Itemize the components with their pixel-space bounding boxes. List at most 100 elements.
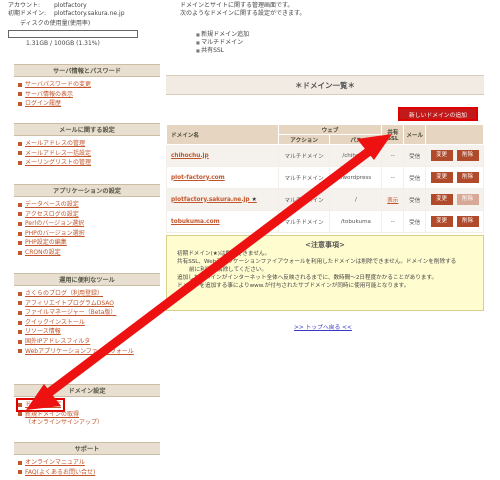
star-icon: ★ <box>251 196 257 203</box>
edit-button[interactable]: 変更 <box>430 194 453 205</box>
notice-line: 初期ドメイン(★)は削除できません。 <box>177 251 271 257</box>
edit-button[interactable]: 変更 <box>430 150 453 161</box>
bullet-icon <box>18 151 22 156</box>
menu-item-resource-info[interactable]: リソース情報 <box>18 327 160 337</box>
bullet-icon <box>18 250 22 255</box>
section-server: サーバ情報とパスワード サーバパスワードの変更 サーバ情報の表示 ログイン履歴 <box>14 64 160 113</box>
domain-list-title: ＊ドメイン一覧＊ <box>166 75 484 95</box>
bullet-icon <box>18 310 22 315</box>
domain-link[interactable]: plotfactory.sakura.ne.jp ★ <box>166 188 279 211</box>
section-apps: アプリケーションの設定 データベースの設定 アクセスログの設定 Perlのバージ… <box>14 184 160 262</box>
section-tools: 運用に便利なツール さくらのブログ（利用登録） アフィリエイトプログラムDSAO… <box>14 273 160 360</box>
disk-usage-text: 1.31GB / 100GB (1.31%) <box>26 40 100 47</box>
menu-item-domain-settings[interactable]: ドメイン設定 <box>15 398 66 412</box>
bullet-icon <box>18 470 22 475</box>
account-info: アカウント: plotfactory 初期ドメイン: plotfactory.sak… <box>8 2 158 48</box>
action-cell: マルチドメイン <box>277 188 331 211</box>
delete-button[interactable]: 削除 <box>456 172 479 183</box>
path-cell: /wordpress <box>329 166 383 189</box>
section-title: 運用に便利なツール <box>14 273 160 286</box>
table-row: plot-factory.com マルチドメイン /wordpress -- 受… <box>166 166 484 189</box>
menu-item-login-history[interactable]: ログイン履歴 <box>18 99 160 109</box>
menu-item-mailing-list[interactable]: メーリングリストの管理 <box>18 158 160 168</box>
action-cell: マルチドメイン <box>277 210 331 233</box>
menu-item-mail-bulk[interactable]: メールアドレス一括設定 <box>18 149 160 159</box>
menu-item-new-domain-sub: （オンラインサインアップ） <box>25 419 104 427</box>
bullet-icon <box>18 82 22 87</box>
back-to-top-link[interactable]: >> トップへ戻る << <box>294 322 352 331</box>
bullet-icon <box>18 320 22 325</box>
delete-button[interactable]: 削除 <box>456 216 479 227</box>
menu-item-mail-manage[interactable]: メールアドレスの管理 <box>18 139 160 149</box>
menu-item-faq[interactable]: FAQ(よくあるお問い合せ) <box>18 468 160 478</box>
col-domain: ドメイン名 <box>166 124 279 145</box>
menu-item-perl-version[interactable]: Perlのバージョン選択 <box>18 219 160 229</box>
bullet-icon <box>18 221 22 226</box>
menu-item-waf[interactable]: Webアプリケーションファイアウォール <box>18 347 160 357</box>
section-title: ドメイン設定 <box>14 384 160 397</box>
table-row: chihochu.jp マルチドメイン /chihochu -- 受信 変更 削除 <box>166 144 484 167</box>
notice-line: 追加したドメインがインターネット全体へ反映されるまでに、数時間～2日程度かかるこ… <box>177 275 438 281</box>
feature-item: 新規ドメイン追加 <box>196 31 249 39</box>
disk-usage-label: ディスクの使用量(使用率) <box>20 20 91 27</box>
disk-usage-bar <box>8 30 138 38</box>
main-content: ドメインとサイトに関する管理画面です。 次のようなドメインに関する設定ができます… <box>166 0 500 480</box>
menu-item-blog[interactable]: さくらのブログ（利用登録） <box>18 289 160 299</box>
add-domain-button[interactable]: 新しいドメインの追加 <box>397 106 479 122</box>
menu-item-server-password[interactable]: サーバパスワードの変更 <box>18 80 160 90</box>
delete-button[interactable]: 削除 <box>456 150 479 161</box>
menu-item-manual[interactable]: オンラインマニュアル <box>18 458 160 468</box>
bullet-icon <box>18 330 22 335</box>
section-title: メールに関する設定 <box>14 123 160 136</box>
menu-item-file-manager[interactable]: ファイルマネージャー（Beta版） <box>18 308 160 318</box>
sidebar: アカウント: plotfactory 初期ドメイン: plotfactory.sak… <box>0 0 162 480</box>
bullet-icon <box>18 402 22 407</box>
menu-item-server-info[interactable]: サーバ情報の表示 <box>18 90 160 100</box>
mail-cell: 受信 <box>403 144 427 167</box>
bullet-icon <box>18 231 22 236</box>
section-mail: メールに関する設定 メールアドレスの管理 メールアドレス一括設定 メーリングリス… <box>14 123 160 172</box>
menu-item-php-version[interactable]: PHPのバージョン選択 <box>18 229 160 239</box>
menu-item-ip-filter[interactable]: 国外IPアドレスフィルタ <box>18 337 160 347</box>
bullet-icon <box>18 101 22 106</box>
edit-button[interactable]: 変更 <box>430 216 453 227</box>
account-value: plotfactory <box>54 2 87 9</box>
feature-item: マルチドメイン <box>196 39 249 47</box>
section-title: サポート <box>14 442 160 455</box>
col-mail: メール <box>403 124 427 145</box>
bullet-icon <box>18 460 22 465</box>
bullet-icon <box>18 349 22 354</box>
section-title: アプリケーションの設定 <box>14 184 160 197</box>
path-cell: /tobukuma <box>329 210 383 233</box>
domain-table: ドメイン名 ウェブ 共有 SSL メール アクション パス chihochu.jp… <box>166 124 484 233</box>
notice-line: ドメインを追加する事によりwww.が付与されたサブドメインが同時に使用可能となり… <box>177 283 410 289</box>
notice-line: 前に利用を解除してください。 <box>189 267 267 273</box>
shared-ssl-link[interactable]: 表示 <box>381 188 405 211</box>
menu-item-access-log[interactable]: アクセスログの設定 <box>18 210 160 220</box>
menu-item-new-domain[interactable]: 新規ドメインの取得 <box>18 410 160 420</box>
bullet-icon <box>18 202 22 207</box>
domain-link[interactable]: plot-factory.com <box>166 166 279 189</box>
path-cell: /chihochu <box>329 144 383 167</box>
shared-ssl-cell: -- <box>381 210 405 233</box>
intro-line: ドメインとサイトに関する管理画面です。 <box>180 2 294 9</box>
col-web: ウェブ <box>277 124 383 135</box>
bullet-icon <box>18 141 22 146</box>
domain-link[interactable]: tobukuma.com <box>166 210 279 233</box>
menu-item-cron[interactable]: CRONの設定 <box>18 248 160 258</box>
bullet-icon <box>18 241 22 246</box>
mail-cell: 受信 <box>403 188 427 211</box>
section-support: サポート オンラインマニュアル FAQ(よくあるお問い合せ) <box>14 442 160 480</box>
domain-link[interactable]: chihochu.jp <box>166 144 279 167</box>
edit-button[interactable]: 変更 <box>430 172 453 183</box>
shared-ssl-cell: -- <box>381 166 405 189</box>
menu-item-affiliate[interactable]: アフィリエイトプログラムDSAO <box>18 299 160 309</box>
menu-item-quick-install[interactable]: クイックインストール <box>18 318 160 328</box>
path-cell: / <box>329 188 383 211</box>
menu-item-php-settings[interactable]: PHP設定の編集 <box>18 238 160 248</box>
feature-item: 共有SSL <box>196 47 249 55</box>
notice-line: 共有SSL、Webアプリケーションファイアウォールを利用したドメインは削除できま… <box>177 259 457 265</box>
domain-label: 初期ドメイン: <box>8 10 47 17</box>
menu-item-database[interactable]: データベースの設定 <box>18 200 160 210</box>
delete-button-disabled: 削除 <box>456 194 479 205</box>
